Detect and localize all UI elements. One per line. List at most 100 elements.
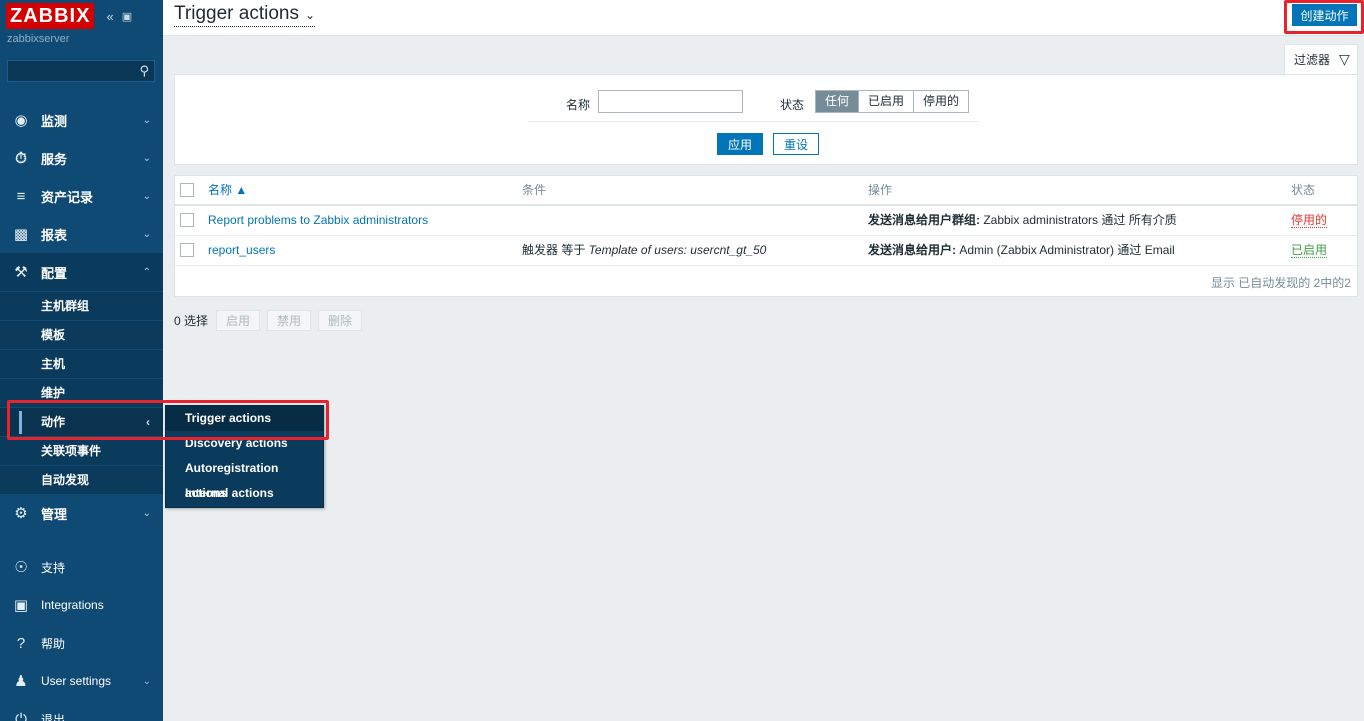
selected-count: 0 选择: [174, 314, 209, 328]
menu-label: 退出: [41, 712, 66, 721]
filter-tab[interactable]: 过滤器 ▽: [1284, 44, 1358, 74]
select-all-checkbox[interactable]: [180, 183, 194, 197]
collapse-sidebar-icon[interactable]: «: [106, 9, 113, 24]
menu-label: User settings: [41, 674, 112, 688]
menu-item-administration[interactable]: ⚙ 管理 ⌄: [0, 494, 163, 532]
menu-item-configuration[interactable]: ⚒ 配置 ⌃: [0, 253, 163, 291]
chevron-down-icon: ⌄: [142, 507, 151, 519]
flyout-internal-actions[interactable]: Internal actions: [166, 481, 323, 506]
menu-item-integrations[interactable]: ▣ Integrations: [0, 586, 163, 624]
page-title-dropdown[interactable]: Trigger actions ⌄: [174, 3, 316, 27]
menu-item-support[interactable]: ☉ 支持: [0, 548, 163, 586]
create-action-button[interactable]: 创建动作: [1292, 4, 1357, 26]
flyout-discovery-actions[interactable]: Discovery actions: [166, 431, 323, 456]
filter-name-input[interactable]: [598, 90, 743, 113]
status-cell: 停用的: [1291, 206, 1328, 235]
configuration-submenu: 主机群组 模板 主机 维护 动作 ‹ 关联项事件 自动发现: [0, 291, 163, 494]
submenu-event-correlation[interactable]: 关联项事件: [0, 436, 163, 465]
disable-button[interactable]: 禁用: [267, 310, 312, 331]
chevron-down-icon: ⌄: [142, 114, 151, 126]
delete-button[interactable]: 删除: [318, 310, 363, 331]
menu-label: Integrations: [41, 598, 104, 612]
sidebar-bottom-menu: ☉ 支持 ▣ Integrations ? 帮助 ♟ User settings…: [0, 548, 163, 721]
sidebar: ZABBIX « ▣ zabbixserver ⚲ ◉ 监测 ⌄ ⏱ 服务 ⌄ …: [0, 0, 163, 721]
menu-item-services[interactable]: ⏱ 服务 ⌄: [0, 139, 163, 177]
action-name-link[interactable]: Report problems to Zabbix administrators: [208, 213, 428, 227]
submenu-hosts[interactable]: 主机: [0, 349, 163, 378]
filter-panel: 名称 状态 任何 已启用 停用的 应用 重设: [174, 74, 1358, 165]
submenu-actions-label: 动作: [41, 415, 66, 429]
status-toggle-disabled[interactable]: 停用的: [1291, 213, 1328, 228]
conditions-cell: 触发器 等于 Template of users: usercnt_gt_50: [522, 236, 766, 265]
menu-label: 服务: [41, 151, 68, 167]
menu-label: 监测: [41, 113, 68, 129]
zabbix-logo[interactable]: ZABBIX: [6, 3, 95, 29]
status-toggle-enabled[interactable]: 已启用: [1291, 243, 1328, 258]
row-checkbox[interactable]: [180, 213, 194, 227]
kiosk-mode-icon[interactable]: ▣: [122, 10, 132, 23]
apply-button[interactable]: 应用: [717, 133, 763, 155]
menu-label: 报表: [41, 227, 68, 243]
list-icon: ≡: [16, 187, 26, 205]
chevron-left-icon: ‹: [146, 415, 150, 429]
logo-row: ZABBIX « ▣: [0, 0, 163, 32]
operation-detail: Admin (Zabbix Administrator) 通过 Email: [956, 243, 1175, 257]
enable-button[interactable]: 启用: [216, 310, 261, 331]
chevron-up-icon: ⌃: [142, 266, 151, 278]
submenu-discovery[interactable]: 自动发现: [0, 465, 163, 494]
menu-item-monitoring[interactable]: ◉ 监测 ⌄: [0, 101, 163, 139]
flyout-trigger-actions[interactable]: Trigger actions: [166, 406, 323, 431]
integrations-icon: ▣: [13, 597, 29, 614]
flyout-autoregistration-actions[interactable]: Autoregistration actions: [166, 456, 323, 500]
submenu-host-groups[interactable]: 主机群组: [0, 291, 163, 320]
menu-item-sign-out[interactable]: ⏻ 退出: [0, 700, 163, 721]
status-cell: 已启用: [1291, 236, 1328, 265]
menu-label: 配置: [41, 265, 68, 281]
submenu-maintenance[interactable]: 维护: [0, 378, 163, 407]
submenu-templates[interactable]: 模板: [0, 320, 163, 349]
menu-item-user-settings[interactable]: ♟ User settings ⌄: [0, 662, 163, 700]
status-option-disabled[interactable]: 停用的: [913, 91, 968, 112]
menu-item-help[interactable]: ? 帮助: [0, 624, 163, 662]
operations-cell: 发送消息给用户群组: Zabbix administrators 通过 所有介质: [868, 206, 1177, 235]
filter-status-segmented: 任何 已启用 停用的: [815, 90, 970, 113]
filter-status-label: 状态: [780, 98, 805, 112]
power-icon: ⏻: [15, 710, 27, 721]
operation-detail: Zabbix administrators 通过 所有介质: [980, 213, 1177, 227]
menu-label: 资产记录: [41, 189, 94, 205]
mass-action-bar: 0 选择 启用 禁用 删除: [174, 310, 369, 331]
wrench-icon: ⚒: [14, 264, 28, 281]
status-option-any[interactable]: 任何: [816, 91, 859, 112]
status-option-enabled[interactable]: 已启用: [858, 91, 913, 112]
chevron-down-icon: ⌄: [142, 190, 151, 202]
column-header-status: 状态: [1291, 183, 1316, 197]
column-header-conditions: 条件: [522, 183, 547, 197]
menu-item-inventory[interactable]: ≡ 资产记录 ⌄: [0, 177, 163, 215]
condition-trigger: Template of users: usercnt_gt_50: [588, 243, 767, 257]
filter-name-label: 名称: [566, 98, 591, 112]
gear-icon: ⚙: [14, 505, 28, 522]
menu-label: 管理: [41, 506, 68, 522]
user-icon: ♟: [14, 673, 28, 690]
actions-flyout-menu: Trigger actions Discovery actions Autore…: [165, 405, 324, 508]
column-header-name[interactable]: 名称 ▲: [208, 176, 247, 205]
filter-tab-label: 过滤器: [1294, 53, 1331, 67]
main-menu: ◉ 监测 ⌄ ⏱ 服务 ⌄ ≡ 资产记录 ⌄ ▩ 报表 ⌄ ⚒ 配置 ⌃ 主机群…: [0, 101, 163, 532]
table-row: report_users 触发器 等于 Template of users: u…: [175, 236, 1357, 266]
chevron-down-icon: ⌄: [142, 675, 151, 687]
reset-button[interactable]: 重设: [773, 133, 819, 155]
search-icon[interactable]: ⚲: [139, 63, 149, 79]
action-name-cell: report_users: [208, 236, 275, 265]
column-header-operations: 操作: [868, 183, 893, 197]
submenu-actions[interactable]: 动作 ‹: [0, 407, 163, 436]
operation-type: 发送消息给用户群组:: [868, 213, 980, 227]
row-checkbox[interactable]: [180, 243, 194, 257]
header-bar: [163, 0, 1364, 36]
sidebar-search-input[interactable]: ⚲: [7, 60, 155, 82]
eye-icon: ◉: [14, 112, 28, 129]
menu-item-reports[interactable]: ▩ 报表 ⌄: [0, 215, 163, 253]
bar-chart-icon: ▩: [13, 226, 29, 243]
action-name-link[interactable]: report_users: [208, 243, 275, 257]
action-name-cell: Report problems to Zabbix administrators: [208, 206, 428, 235]
actions-table: 名称 ▲ 条件 操作 状态 Report problems to Zabbix …: [174, 175, 1358, 297]
